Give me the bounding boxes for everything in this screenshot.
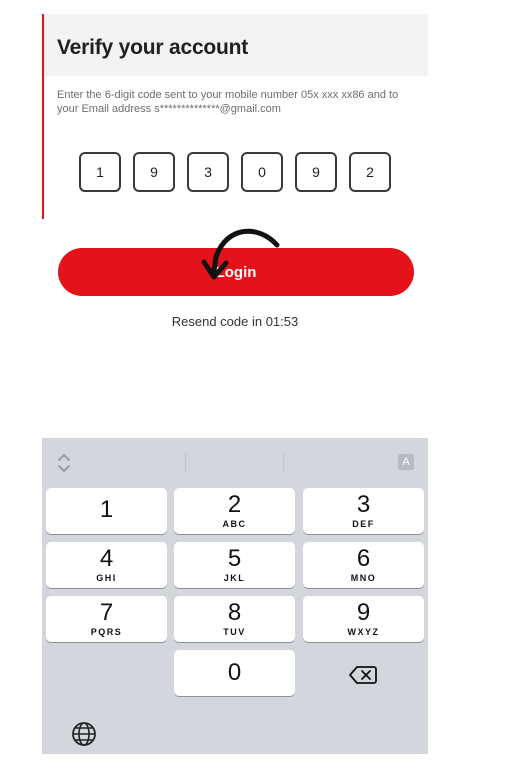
phone-screen: Verify your account Enter the 6-digit co…: [42, 14, 428, 754]
key-number: 0: [227, 659, 242, 686]
key-letters: WXYZ: [347, 627, 380, 637]
key-9[interactable]: 9 WXYZ: [303, 596, 424, 642]
chevron-updown-icon[interactable]: [56, 452, 72, 474]
key-letters: PQRS: [90, 627, 123, 637]
key-number: 6: [356, 545, 371, 572]
key-3[interactable]: 3 DEF: [303, 488, 424, 534]
key-letters: ABC: [222, 519, 247, 529]
text-format-key[interactable]: A: [398, 454, 414, 470]
key-8[interactable]: 8 TUV: [174, 596, 295, 642]
key-6[interactable]: 6 MNO: [303, 542, 424, 588]
key-5[interactable]: 5 JKL: [174, 542, 295, 588]
resend-countdown: Resend code in 01:53: [171, 314, 299, 329]
key-number: 1: [99, 496, 114, 523]
page-title: Verify your account: [57, 36, 249, 59]
globe-icon[interactable]: [70, 720, 98, 748]
otp-digit-3[interactable]: 3: [187, 152, 229, 192]
red-edge-accent: [42, 14, 44, 219]
key-number: 7: [99, 599, 114, 626]
otp-input-row: 1 9 3 0 9 2: [79, 152, 394, 194]
key-letters: DEF: [352, 519, 375, 529]
key-number: 9: [356, 599, 371, 626]
curved-arrow-icon: [201, 228, 280, 280]
keyboard-toolbar: A: [42, 438, 428, 482]
key-0[interactable]: 0: [174, 650, 295, 696]
key-number: 5: [227, 545, 242, 572]
key-number: 8: [227, 599, 242, 626]
otp-digit-4[interactable]: 0: [241, 152, 283, 192]
key-7[interactable]: 7 PQRS: [46, 596, 167, 642]
key-letters: MNO: [350, 573, 377, 583]
key-number: 2: [227, 491, 242, 518]
key-letters: JKL: [223, 573, 246, 583]
otp-digit-2[interactable]: 9: [133, 152, 175, 192]
key-2[interactable]: 2 ABC: [174, 488, 295, 534]
key-number: 3: [356, 491, 371, 518]
toolbar-divider: [283, 452, 284, 472]
otp-digit-5[interactable]: 9: [295, 152, 337, 192]
key-4[interactable]: 4 GHI: [46, 542, 167, 588]
backspace-icon[interactable]: [348, 665, 378, 685]
numeric-keyboard: A 1 2 ABC 3 DEF 4 GHI 5 JKL 6 MNO 7 PQRS: [42, 438, 428, 754]
key-1[interactable]: 1: [46, 488, 167, 534]
otp-digit-6[interactable]: 2: [349, 152, 391, 192]
instructions-text: Enter the 6-digit code sent to your mobi…: [57, 89, 399, 115]
key-letters: TUV: [223, 627, 246, 637]
toolbar-divider: [185, 452, 186, 472]
key-letters: GHI: [96, 573, 117, 583]
otp-digit-1[interactable]: 1: [79, 152, 121, 192]
key-number: 4: [99, 545, 114, 572]
